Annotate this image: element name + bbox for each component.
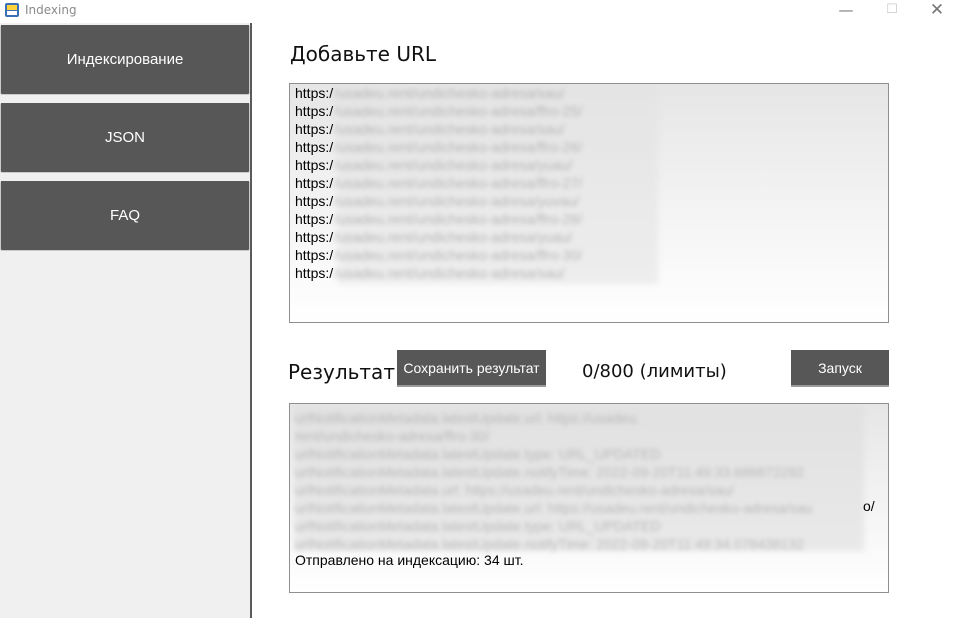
app-icon (5, 3, 19, 17)
url-line: https://usadeu.rent/undichesko-adresa/ff… (295, 175, 583, 191)
url-line: https://usadeu.rent/undichesko-adresa/yu… (295, 193, 580, 209)
url-line: https://usadeu.rent/undichesko-adresa/ff… (295, 247, 583, 263)
url-line: https://usadeu.rent/undichesko-adresa/sa… (295, 121, 565, 137)
minimize-button[interactable]: — (823, 0, 869, 22)
title-bar: Indexing — ☐ ✕ (0, 0, 957, 22)
result-line: urlNotificationMetadata.latestUpdate.typ… (295, 446, 661, 462)
result-line-tail: o/ (863, 498, 875, 514)
result-line: rent/undichesko-adresa/ffro-30/ (295, 428, 490, 444)
maximize-button[interactable]: ☐ (869, 0, 915, 22)
url-line: https://usadeu.rent/undichesko-adresa/ff… (295, 211, 583, 227)
sidebar-item-indexing[interactable]: Индексирование (1, 25, 249, 93)
url-line: https://usadeu.rent/undichesko-adresa/sa… (295, 85, 565, 101)
result-line: urlNotificationMetadata.latestUpdate.not… (295, 464, 804, 480)
save-result-button[interactable]: Сохранить результат (397, 350, 546, 387)
url-line: https://usadeu.rent/undichesko-adresa/yu… (295, 157, 573, 173)
result-output[interactable]: urlNotificationMetadata.latestUpdate.url… (289, 403, 889, 593)
close-button[interactable]: ✕ (914, 0, 957, 22)
limits-counter: 0/800 (лимиты) (582, 361, 727, 382)
result-line: urlNotificationMetadata.latestUpdate.url… (295, 410, 640, 426)
url-section-title: Добавьте URL (290, 42, 437, 66)
result-line: urlNotificationMetadata.url: https://usa… (295, 482, 734, 498)
url-line: https://usadeu.rent/undichesko-adresa/ff… (295, 139, 583, 155)
result-line: urlNotificationMetadata.latestUpdate.typ… (295, 518, 661, 534)
url-line: https://usadeu.rent/undichesko-adresa/yu… (295, 229, 573, 245)
url-line: https://usadeu.rent/undichesko-adresa/ff… (295, 103, 583, 119)
window-title: Indexing (25, 3, 77, 17)
result-section-title: Результат (288, 360, 395, 384)
url-input[interactable]: https://usadeu.rent/undichesko-adresa/sa… (289, 83, 889, 323)
result-line: urlNotificationMetadata.latestUpdate.url… (295, 500, 813, 516)
run-button[interactable]: Запуск (791, 350, 889, 387)
result-summary: Отправлено на индексацию: 34 шт. (295, 552, 524, 568)
sidebar-item-json[interactable]: JSON (1, 103, 249, 171)
url-line: https://usadeu.rent/undichesko-adresa/sa… (295, 265, 565, 281)
sidebar-item-faq[interactable]: FAQ (1, 181, 249, 249)
